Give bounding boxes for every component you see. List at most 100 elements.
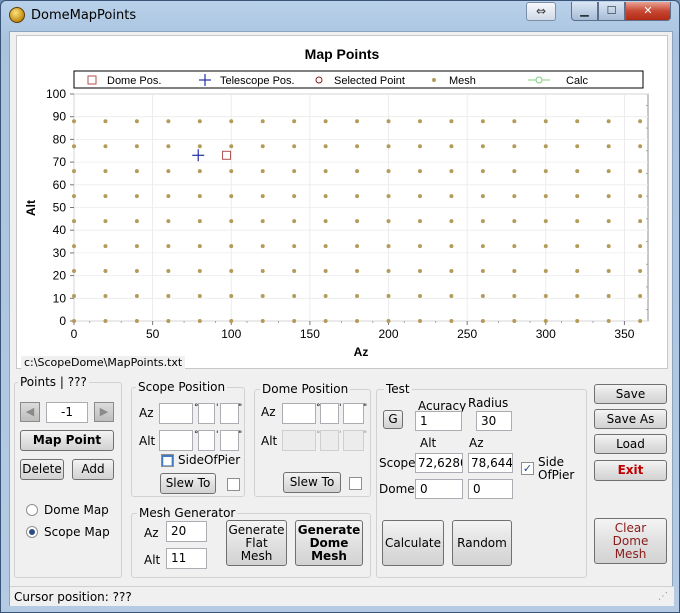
radius-field[interactable]: 30 bbox=[476, 411, 512, 431]
mesh-point bbox=[355, 119, 360, 124]
mesh-point bbox=[638, 169, 643, 174]
mesh-point bbox=[606, 119, 611, 124]
resize-grip-icon[interactable]: ⋰ bbox=[658, 591, 668, 602]
side-of-pier-checkbox[interactable]: ■ bbox=[161, 454, 174, 467]
mesh-point bbox=[103, 119, 108, 124]
mesh-az-field[interactable]: 20 bbox=[166, 521, 207, 542]
mesh-point bbox=[134, 144, 139, 149]
scope-az-sec-field[interactable] bbox=[220, 403, 239, 424]
dome-az-test-field[interactable]: 0 bbox=[468, 479, 513, 499]
arrow-right-icon[interactable]: ▶ bbox=[94, 402, 114, 422]
mesh-point bbox=[103, 294, 108, 299]
x-tick-label: 100 bbox=[221, 327, 241, 341]
test-side-of-pier-checkbox[interactable]: ✓ bbox=[521, 462, 534, 475]
mesh-point bbox=[386, 119, 391, 124]
scope-alt-min-field[interactable] bbox=[198, 430, 215, 451]
mesh-point bbox=[134, 319, 139, 323]
mesh-point bbox=[449, 244, 454, 249]
mesh-point bbox=[134, 194, 139, 199]
save-button[interactable]: Save bbox=[594, 384, 667, 404]
dome-az-deg-field[interactable] bbox=[282, 403, 316, 424]
minimize-button[interactable]: ▁ bbox=[571, 2, 598, 21]
scope-slew-to-button[interactable]: Slew To bbox=[160, 473, 216, 494]
mesh-point bbox=[417, 119, 422, 124]
mesh-point bbox=[166, 294, 171, 299]
mesh-point bbox=[449, 169, 454, 174]
scope-alt-sec-field[interactable] bbox=[220, 430, 239, 451]
scope-az-field[interactable]: 78,6445 bbox=[468, 453, 513, 473]
mesh-point bbox=[72, 194, 76, 199]
g-button[interactable]: G bbox=[383, 410, 403, 429]
x-tick-label: 250 bbox=[457, 327, 477, 341]
dome-az-min-field[interactable] bbox=[320, 403, 339, 424]
mesh-point bbox=[386, 294, 391, 299]
mesh-point bbox=[606, 144, 611, 149]
dome-alt-test-field[interactable]: 0 bbox=[415, 479, 463, 499]
add-button[interactable]: Add bbox=[72, 459, 114, 480]
scope-alt-deg-field[interactable] bbox=[159, 430, 193, 451]
legend-label: Dome Pos. bbox=[107, 75, 161, 87]
mesh-point bbox=[575, 144, 580, 149]
mesh-point bbox=[229, 269, 234, 274]
mesh-point bbox=[543, 169, 548, 174]
maximize-button[interactable]: ☐ bbox=[598, 2, 625, 21]
mesh-point bbox=[575, 319, 580, 323]
mesh-point bbox=[229, 144, 234, 149]
mesh-point bbox=[449, 119, 454, 124]
mesh-point bbox=[386, 219, 391, 224]
calculate-button[interactable]: Calculate bbox=[382, 520, 444, 566]
mesh-point bbox=[386, 269, 391, 274]
scope-map-radio[interactable] bbox=[26, 526, 38, 538]
mesh-point bbox=[512, 194, 517, 199]
mesh-point bbox=[543, 294, 548, 299]
scope-alt-field[interactable]: 72,62805 bbox=[415, 453, 463, 473]
mesh-alt-field[interactable]: 11 bbox=[166, 548, 207, 569]
scope-slew-checkbox[interactable] bbox=[227, 478, 240, 491]
mesh-point bbox=[292, 269, 297, 274]
point-index-field[interactable]: -1 bbox=[46, 402, 88, 423]
sec-symbol: " bbox=[363, 403, 368, 413]
mesh-point bbox=[72, 269, 76, 274]
mesh-point bbox=[103, 144, 108, 149]
sec-symbol: " bbox=[238, 403, 243, 413]
close-button[interactable]: ✕ bbox=[625, 2, 671, 21]
mesh-point bbox=[355, 169, 360, 174]
mesh-point bbox=[292, 219, 297, 224]
swap-icon[interactable]: ⇔ bbox=[526, 2, 556, 21]
accuracy-field[interactable]: 1 bbox=[415, 411, 462, 431]
clear-dome-mesh-button[interactable]: Clear Dome Mesh bbox=[594, 518, 667, 564]
dome-az-sec-field[interactable] bbox=[343, 403, 364, 424]
mesh-point bbox=[575, 194, 580, 199]
arrow-left-icon[interactable]: ◀ bbox=[20, 402, 40, 422]
save-as-button[interactable]: Save As bbox=[594, 409, 667, 429]
dome-map-radio[interactable] bbox=[26, 504, 38, 516]
mesh-point bbox=[72, 144, 76, 149]
load-button[interactable]: Load bbox=[594, 434, 667, 454]
mesh-point bbox=[166, 119, 171, 124]
scope-az-label: Az bbox=[139, 406, 154, 420]
dome-map-label: Dome Map bbox=[44, 503, 109, 517]
map-point-button[interactable]: Map Point bbox=[20, 430, 114, 451]
x-tick-label: 150 bbox=[300, 327, 320, 341]
mesh-point bbox=[260, 119, 265, 124]
generate-dome-mesh-button[interactable]: Generate Dome Mesh bbox=[295, 520, 363, 566]
delete-button[interactable]: Delete bbox=[20, 459, 64, 480]
mesh-point bbox=[449, 144, 454, 149]
map-points-chart[interactable]: Map Points Dome Pos. Telescope Pos. Select… bbox=[16, 35, 668, 370]
mesh-point bbox=[229, 169, 234, 174]
scope-az-min-field[interactable] bbox=[198, 403, 215, 424]
mesh-point bbox=[72, 244, 76, 249]
scope-az-deg-field[interactable] bbox=[159, 403, 193, 424]
mesh-point bbox=[417, 319, 422, 323]
dome-slew-checkbox[interactable] bbox=[349, 477, 362, 490]
mesh-point bbox=[355, 219, 360, 224]
mesh-point bbox=[480, 194, 485, 199]
mesh-point bbox=[260, 244, 265, 249]
exit-button[interactable]: Exit bbox=[594, 460, 667, 481]
dome-slew-to-button[interactable]: Slew To bbox=[283, 472, 341, 493]
generate-flat-mesh-button[interactable]: Generate Flat Mesh bbox=[226, 520, 287, 566]
random-button[interactable]: Random bbox=[452, 520, 512, 566]
mesh-point bbox=[480, 144, 485, 149]
x-tick-label: 200 bbox=[379, 327, 399, 341]
mesh-point bbox=[355, 269, 360, 274]
